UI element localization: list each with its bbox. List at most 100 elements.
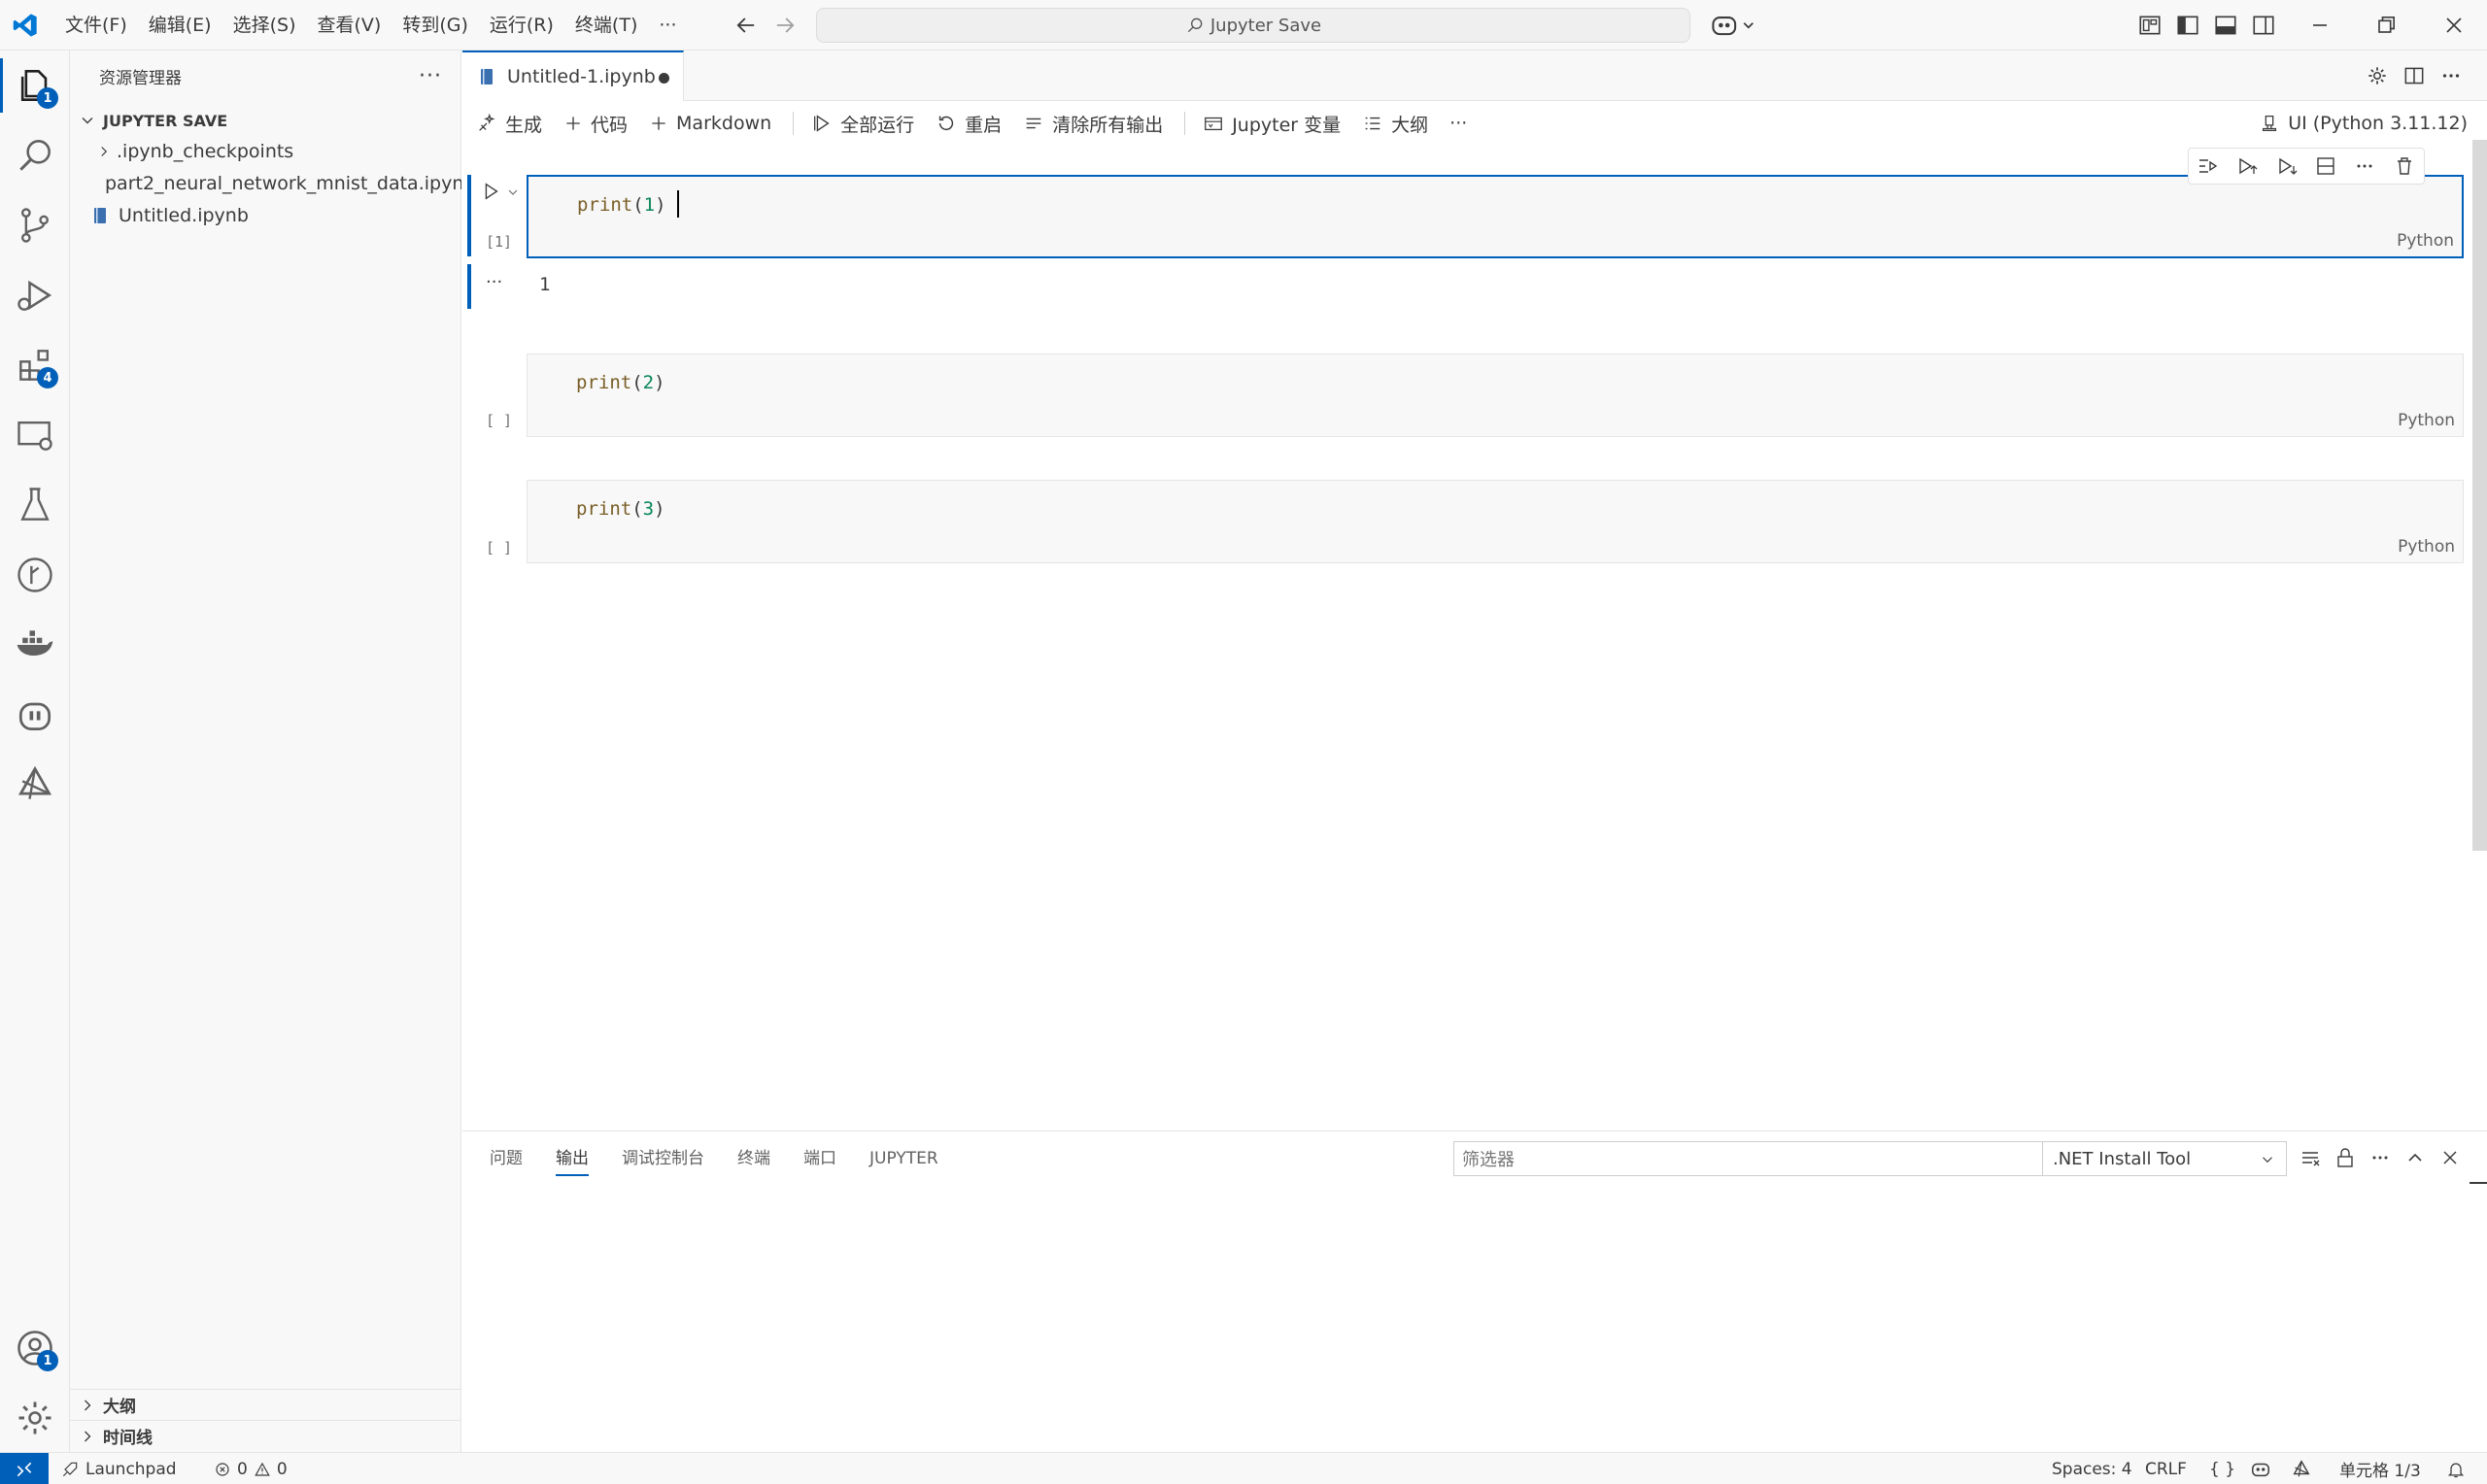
cell-code[interactable]: print(1): [577, 194, 666, 216]
eol-button[interactable]: CRLF: [2145, 1453, 2187, 1484]
output-filter-input[interactable]: 筛选器: [1453, 1141, 2056, 1176]
cell-position-button[interactable]: 单元格 1/3: [2339, 1453, 2421, 1484]
clear-output-icon[interactable]: [2299, 1146, 2322, 1169]
more-actions-icon[interactable]: [2368, 1146, 2392, 1169]
extension-status-button[interactable]: [2291, 1453, 2318, 1484]
cell-code[interactable]: print(3): [576, 498, 665, 520]
cell-language-label[interactable]: Python: [2397, 231, 2454, 251]
chevron-up-icon[interactable]: [2403, 1146, 2427, 1169]
problems-indicator[interactable]: 0 0: [214, 1453, 288, 1484]
workspace-section-header[interactable]: JUPYTER SAVE: [70, 105, 461, 136]
add-code-cell-button[interactable]: 代码: [563, 111, 628, 137]
menu-file[interactable]: 文件(F): [54, 0, 138, 51]
tab-problems[interactable]: 问题: [490, 1131, 523, 1186]
cell-language-label[interactable]: Python: [2398, 411, 2455, 430]
code-cell-3[interactable]: print(3) Python: [527, 480, 2464, 563]
menu-edit[interactable]: 编辑(E): [138, 0, 222, 51]
output-more-button[interactable]: ···: [486, 272, 502, 292]
outline-button[interactable]: 大纲: [1362, 111, 1428, 137]
menu-go[interactable]: 转到(G): [392, 0, 479, 51]
run-by-line-icon[interactable]: [2197, 154, 2220, 178]
output-channel-select[interactable]: .NET Install Tool: [2042, 1141, 2287, 1176]
copilot-status-button[interactable]: [2250, 1453, 2277, 1484]
language-status-button[interactable]: { }: [2209, 1453, 2235, 1484]
code-cell-2[interactable]: print(2) Python: [527, 354, 2464, 437]
customize-layout-icon[interactable]: [2137, 13, 2163, 38]
menu-terminal[interactable]: 终端(T): [564, 0, 648, 51]
gear-icon[interactable]: [2365, 63, 2390, 88]
close-window-icon[interactable]: [2440, 12, 2468, 39]
tree-item-checkpoints[interactable]: .ipynb_checkpoints: [70, 136, 461, 167]
tree-item-untitled-notebook[interactable]: Untitled.ipynb: [70, 200, 461, 231]
back-arrow-icon[interactable]: [732, 12, 760, 39]
forward-arrow-icon[interactable]: [771, 12, 799, 39]
toolbar-more-button[interactable]: ···: [1449, 113, 1467, 134]
cell-language-label[interactable]: Python: [2398, 537, 2455, 556]
tab-untitled-1[interactable]: Untitled-1.ipynb: [462, 51, 684, 101]
remote-indicator-button[interactable]: [0, 1453, 49, 1484]
cell-code[interactable]: print(2): [576, 372, 665, 393]
split-cell-icon[interactable]: [2314, 154, 2337, 178]
close-panel-icon[interactable]: [2438, 1146, 2462, 1169]
more-actions-icon[interactable]: [2438, 63, 2464, 88]
clear-outputs-button[interactable]: 清除所有输出: [1023, 111, 1163, 137]
more-actions-icon[interactable]: [2353, 154, 2376, 178]
accounts-button[interactable]: 1: [14, 1327, 58, 1371]
extension-view-button[interactable]: [14, 763, 56, 806]
docker-button[interactable]: [14, 624, 56, 666]
jupyter-variables-button[interactable]: Jupyter 变量: [1203, 111, 1341, 137]
generate-button[interactable]: 生成: [476, 111, 542, 137]
flask-icon: [20, 488, 50, 521]
toggle-sidebar-icon[interactable]: [2175, 13, 2200, 38]
outline-section-header[interactable]: 大纲: [70, 1389, 461, 1420]
extensions-button[interactable]: 4: [14, 344, 58, 388]
trash-icon[interactable]: [2393, 154, 2416, 178]
command-center-search[interactable]: Jupyter Save: [816, 8, 1690, 43]
git-graph-button[interactable]: [14, 554, 56, 596]
unsaved-dot-icon[interactable]: [659, 73, 669, 84]
restart-button[interactable]: 重启: [936, 111, 1002, 137]
run-cell-icon[interactable]: [480, 181, 501, 202]
explorer-button[interactable]: 1: [0, 58, 58, 113]
toggle-secondary-sidebar-icon[interactable]: [2251, 13, 2276, 38]
tab-output[interactable]: 输出: [556, 1131, 589, 1186]
run-all-button[interactable]: 全部运行: [811, 111, 914, 137]
remote-explorer-button[interactable]: [14, 414, 56, 456]
source-control-button[interactable]: [14, 204, 56, 247]
text-cursor: [677, 190, 679, 218]
manage-button[interactable]: [14, 1397, 56, 1439]
execute-below-icon[interactable]: [2275, 154, 2299, 178]
toggle-panel-icon[interactable]: [2213, 13, 2238, 38]
lock-icon[interactable]: [2334, 1146, 2357, 1169]
restore-icon[interactable]: [2372, 12, 2400, 39]
chat-button[interactable]: [14, 693, 56, 736]
testing-button[interactable]: [14, 484, 56, 526]
run-debug-button[interactable]: [14, 274, 56, 317]
launchpad-button[interactable]: Launchpad: [60, 1453, 177, 1484]
add-markdown-cell-button[interactable]: Markdown: [649, 113, 771, 134]
minimize-icon[interactable]: [2306, 12, 2334, 39]
menu-run[interactable]: 运行(R): [479, 0, 564, 51]
chevron-down-icon[interactable]: [505, 185, 521, 200]
timeline-section-header[interactable]: 时间线: [70, 1420, 461, 1451]
split-editor-icon[interactable]: [2402, 63, 2427, 88]
tree-item-part2-notebook[interactable]: part2_neural_network_mnist_data.ipynb: [70, 168, 461, 199]
copilot-icon[interactable]: [1710, 12, 1758, 39]
tab-terminal[interactable]: 终端: [737, 1131, 770, 1186]
search-view-button[interactable]: [14, 134, 56, 177]
execute-above-icon[interactable]: [2235, 154, 2259, 178]
menu-view[interactable]: 查看(V): [307, 0, 392, 51]
tab-jupyter[interactable]: JUPYTER: [869, 1131, 938, 1186]
tab-debug-console[interactable]: 调试控制台: [622, 1131, 704, 1186]
menu-selection[interactable]: 选择(S): [222, 0, 307, 51]
sidebar-more-button[interactable]: ···: [419, 64, 442, 88]
menu-more[interactable]: ···: [648, 0, 687, 51]
editor-scrollbar-thumb[interactable]: [2472, 140, 2487, 851]
notifications-button[interactable]: [2446, 1453, 2471, 1484]
tab-ports[interactable]: 端口: [803, 1131, 836, 1186]
run-debug-icon: [17, 280, 52, 311]
kernel-picker[interactable]: UI (Python 3.11.12): [2259, 101, 2468, 146]
gear-icon: [18, 1401, 51, 1434]
code-cell-1[interactable]: print(1) Python: [527, 175, 2464, 258]
indentation-button[interactable]: Spaces: 4: [2052, 1453, 2132, 1484]
